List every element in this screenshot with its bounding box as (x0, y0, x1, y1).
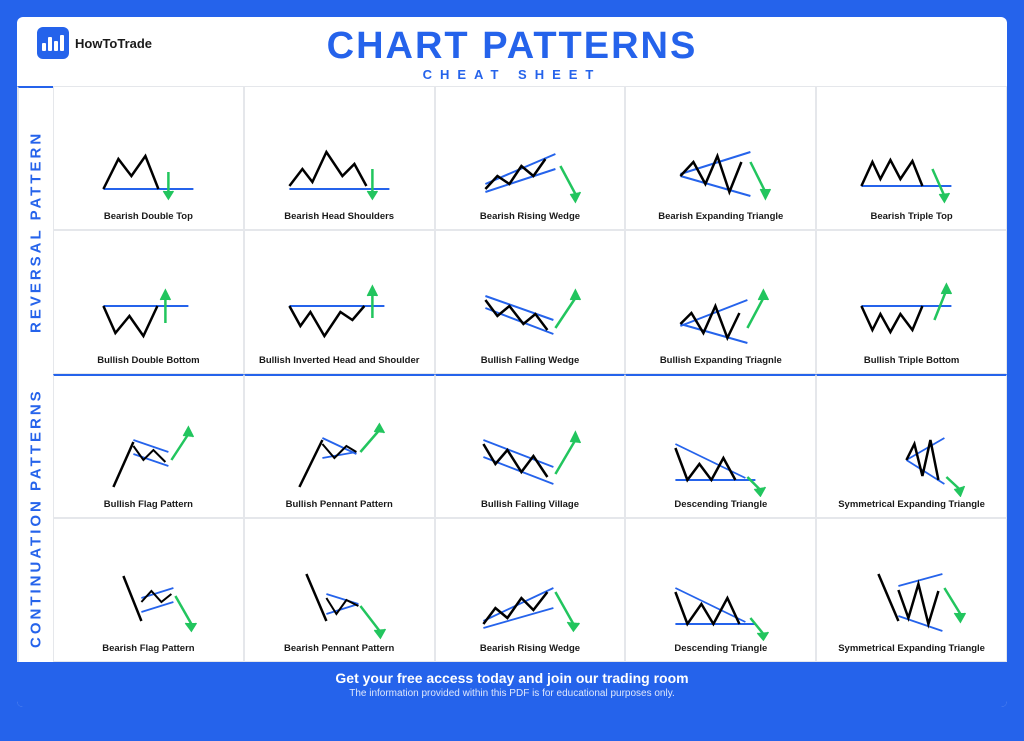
pattern-label: Descending Triangle (674, 499, 767, 511)
pattern-descending-triangle-1: Descending Triangle (625, 374, 816, 518)
pattern-descending-triangle-2: Descending Triangle (625, 518, 816, 662)
pattern-label: Bearish Double Top (104, 211, 193, 223)
pattern-label: Bearish Triple Top (871, 211, 953, 223)
footer: Get your free access today and join our … (17, 662, 1007, 707)
pattern-label: Bullish Double Bottom (97, 355, 199, 367)
logo-area: HowToTrade (37, 27, 152, 59)
logo-text: HowToTrade (75, 36, 152, 51)
pattern-bullish-flag: Bullish Flag Pattern (53, 374, 244, 518)
pattern-bearish-head-shoulders: Bearish Head Shoulders (244, 86, 435, 230)
pattern-label: Bearish Head Shoulders (284, 211, 394, 223)
pattern-label: Symmetrical Expanding Triangle (838, 499, 985, 511)
title-area: CHART PATTERNS CHEAT SHEET (327, 27, 698, 82)
pattern-label: Bullish Inverted Head and Shoulder (259, 355, 419, 367)
content-area: REVERSAL PATTERN CONTINUATION PATTERNS B… (17, 86, 1007, 662)
main-container: HowToTrade CHART PATTERNS CHEAT SHEET RE… (17, 17, 1007, 707)
pattern-label: Bearish Rising Wedge (480, 211, 580, 223)
pattern-bullish-falling-wedge: Bullish Falling Wedge (435, 230, 626, 374)
pattern-label: Descending Triangle (674, 643, 767, 655)
pattern-bullish-falling-village: Bullish Falling Village (435, 374, 626, 518)
pattern-label: Bullish Falling Village (481, 499, 579, 511)
pattern-label: Bearish Rising Wedge (480, 643, 580, 655)
pattern-bearish-flag: Bearish Flag Pattern (53, 518, 244, 662)
pattern-label: Bullish Flag Pattern (104, 499, 193, 511)
sub-title: CHEAT SHEET (327, 67, 698, 82)
pattern-bearish-double-top: Bearish Double Top (53, 86, 244, 230)
pattern-label: Bearish Pennant Pattern (284, 643, 394, 655)
pattern-bullish-expanding-triangle: Bullish Expanding Triagnle (625, 230, 816, 374)
logo-icon (37, 27, 69, 59)
pattern-bullish-triple-bottom: Bullish Triple Bottom (816, 230, 1007, 374)
pattern-bullish-double-bottom: Bullish Double Bottom (53, 230, 244, 374)
pattern-bearish-rising-wedge: Bearish Rising Wedge (435, 86, 626, 230)
pattern-label: Bearish Flag Pattern (102, 643, 194, 655)
pattern-label: Bullish Falling Wedge (481, 355, 580, 367)
pattern-sym-expanding-2: Symmetrical Expanding Triangle (816, 518, 1007, 662)
pattern-label: Symmetrical Expanding Triangle (838, 643, 985, 655)
pattern-label: Bullish Triple Bottom (864, 355, 960, 367)
pattern-bullish-inverted-hs: Bullish Inverted Head and Shoulder (244, 230, 435, 374)
pattern-label: Bullish Expanding Triagnle (660, 355, 782, 367)
footer-main-text: Get your free access today and join our … (25, 670, 999, 686)
pattern-bullish-pennant: Bullish Pennant Pattern (244, 374, 435, 518)
pattern-sym-expanding-1: Symmetrical Expanding Triangle (816, 374, 1007, 518)
header: HowToTrade CHART PATTERNS CHEAT SHEET (17, 17, 1007, 86)
pattern-bearish-rising-wedge-2: Bearish Rising Wedge (435, 518, 626, 662)
pattern-label: Bearish Expanding Triangle (658, 211, 783, 223)
pattern-bearish-expanding-triangle: Bearish Expanding Triangle (625, 86, 816, 230)
pattern-bearish-triple-top: Bearish Triple Top (816, 86, 1007, 230)
pattern-bearish-pennant: Bearish Pennant Pattern (244, 518, 435, 662)
pattern-label: Bullish Pennant Pattern (286, 499, 393, 511)
reversal-label: REVERSAL PATTERN (17, 86, 53, 375)
footer-sub-text: The information provided within this PDF… (25, 688, 999, 699)
main-title: CHART PATTERNS (327, 27, 698, 65)
continuation-label: CONTINUATION PATTERNS (17, 375, 53, 662)
